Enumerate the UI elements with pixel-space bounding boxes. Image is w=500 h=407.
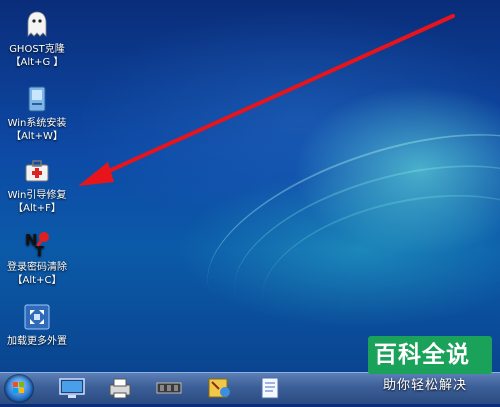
start-orb-icon[interactable]: [4, 374, 34, 403]
tools-icon[interactable]: [205, 376, 233, 400]
printer-icon[interactable]: [106, 376, 134, 400]
windows-logo-icon: [13, 382, 24, 393]
monitor-icon[interactable]: [58, 376, 86, 400]
watermark-title: 百科全说: [374, 342, 470, 368]
memory-chip-icon[interactable]: [155, 376, 183, 400]
watermark-subtitle: 助你轻松解决: [383, 378, 468, 393]
notepad-icon[interactable]: [256, 376, 284, 400]
